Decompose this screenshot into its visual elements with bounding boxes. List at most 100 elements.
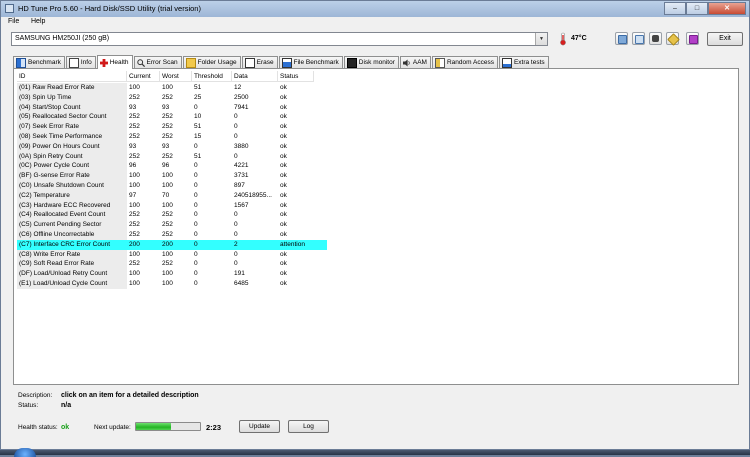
cell-id: (0C) Power Cycle Count xyxy=(17,161,127,172)
tab-benchmark[interactable]: Benchmark xyxy=(13,56,65,68)
column-header-id[interactable]: ID xyxy=(17,71,127,82)
cell-threshold: 15 xyxy=(194,132,202,140)
cell-data: 240518955... xyxy=(234,191,272,199)
cell-current: 252 xyxy=(129,230,140,238)
close-button[interactable]: ✕ xyxy=(708,2,746,15)
minimize-button[interactable]: – xyxy=(664,2,686,15)
cell-current: 252 xyxy=(129,132,140,140)
cell-status: ok xyxy=(280,142,287,150)
cell-data: 0 xyxy=(234,230,238,238)
column-header-status[interactable]: Status xyxy=(278,71,314,82)
cell-status: ok xyxy=(280,103,287,111)
tab-label: Benchmark xyxy=(28,59,61,66)
update-button[interactable]: Update xyxy=(239,420,280,433)
cell-worst: 100 xyxy=(162,201,173,209)
chevron-down-icon[interactable]: ▼ xyxy=(535,33,547,45)
copy-info-icon xyxy=(618,35,627,44)
cell-status: ok xyxy=(280,123,287,131)
start-button[interactable] xyxy=(14,448,36,457)
cell-current: 252 xyxy=(129,113,140,121)
cell-data: 0 xyxy=(234,152,238,160)
copy-info-button[interactable] xyxy=(615,32,628,45)
title-bar[interactable]: HD Tune Pro 5.60 - Hard Disk/SSD Utility… xyxy=(1,1,749,17)
cell-worst: 252 xyxy=(162,230,173,238)
drive-select[interactable]: SAMSUNG HM250JI (250 gB) ▼ xyxy=(11,32,548,46)
column-header-data[interactable]: Data xyxy=(232,71,278,82)
tab-error-scan[interactable]: Error Scan xyxy=(133,56,182,68)
tab-disk-monitor[interactable]: Disk monitor xyxy=(343,56,399,68)
health-panel: ID Current Worst Threshold Data Status (… xyxy=(13,68,739,385)
cell-current: 252 xyxy=(129,221,140,229)
cell-status: ok xyxy=(280,221,287,229)
cell-threshold: 0 xyxy=(194,201,198,209)
tab-info[interactable]: Info xyxy=(65,56,96,68)
tab-label: Random Access xyxy=(446,59,494,66)
tab-label: Disk monitor xyxy=(358,59,395,66)
column-header-worst[interactable]: Worst xyxy=(160,71,192,82)
tab-folder-usage[interactable]: Folder Usage xyxy=(182,56,241,68)
app-window: HD Tune Pro 5.60 - Hard Disk/SSD Utility… xyxy=(0,0,750,450)
options-button[interactable] xyxy=(666,32,680,46)
cell-id: (DF) Load/Unload Retry Count xyxy=(17,269,127,279)
menu-bar: File Help xyxy=(1,17,749,29)
cell-current: 252 xyxy=(129,211,140,219)
cell-current: 252 xyxy=(129,152,140,160)
speaker-icon xyxy=(402,59,410,66)
tab-aam[interactable]: AAM xyxy=(399,56,431,68)
cell-current: 252 xyxy=(129,123,140,131)
tab-file-benchmark[interactable]: File Benchmark xyxy=(278,56,343,68)
tab-extra-tests[interactable]: Extra tests xyxy=(498,56,549,68)
cell-id: (01) Raw Read Error Rate xyxy=(17,83,127,93)
column-header-threshold[interactable]: Threshold xyxy=(192,71,232,82)
cell-id: (07) Seek Error Rate xyxy=(17,122,127,132)
cell-threshold: 0 xyxy=(194,221,198,229)
description-value: click on an item for a detailed descript… xyxy=(61,392,199,399)
save-button[interactable] xyxy=(686,32,699,45)
exit-button[interactable]: Exit xyxy=(707,32,743,46)
cell-status: ok xyxy=(280,260,287,268)
menu-help[interactable]: Help xyxy=(31,18,45,25)
tab-erase[interactable]: Erase xyxy=(241,56,278,68)
cell-worst: 200 xyxy=(160,239,192,250)
cell-status: ok xyxy=(280,201,287,209)
cell-id: (E1) Load/Unload Cycle Count xyxy=(17,278,127,289)
cell-id: (C5) Current Pending Sector xyxy=(17,220,127,230)
cell-threshold: 0 xyxy=(194,191,198,199)
cell-threshold: 0 xyxy=(194,103,198,111)
column-header-current[interactable]: Current xyxy=(127,71,160,82)
cell-id: (C3) Hardware ECC Recovered xyxy=(17,200,127,211)
tab-random-access[interactable]: Random Access xyxy=(431,56,498,68)
cell-current: 100 xyxy=(129,279,140,287)
screenshot-button[interactable] xyxy=(649,32,662,45)
cell-data: 3731 xyxy=(234,172,249,180)
cell-id: (C2) Temperature xyxy=(17,190,127,201)
cell-worst: 252 xyxy=(162,93,173,101)
cell-current: 100 xyxy=(129,250,140,258)
folder-icon xyxy=(185,57,196,68)
cell-id: (05) Reallocated Sector Count xyxy=(17,112,127,123)
cell-threshold: 25 xyxy=(194,93,202,101)
maximize-button[interactable]: □ xyxy=(686,2,708,15)
health-status-value: ok xyxy=(61,424,70,431)
info-icon xyxy=(68,57,79,68)
log-button[interactable]: Log xyxy=(288,420,329,433)
cell-worst: 70 xyxy=(162,191,170,199)
cell-id: (C6) Offline Uncorrectable xyxy=(17,229,127,240)
cell-worst: 100 xyxy=(162,172,173,180)
menu-file[interactable]: File xyxy=(8,18,19,25)
taskbar xyxy=(0,448,750,457)
tab-label: Health xyxy=(109,59,129,66)
cell-current: 252 xyxy=(129,93,140,101)
cell-data: 0 xyxy=(234,250,238,258)
copy-text-button[interactable] xyxy=(632,32,645,45)
cell-worst: 252 xyxy=(162,132,173,140)
benchmark-icon xyxy=(16,57,26,68)
description-label: Description: xyxy=(18,392,53,399)
next-update-time: 2:23 xyxy=(206,423,222,432)
copy-text-icon xyxy=(635,35,644,44)
cell-status: ok xyxy=(280,132,287,140)
toolbar: SAMSUNG HM250JI (250 gB) ▼ 47°C Exit xyxy=(1,30,749,51)
cell-worst: 100 xyxy=(162,270,173,278)
tab-health[interactable]: Health xyxy=(96,55,133,69)
health-status-label: Health status: xyxy=(18,424,58,431)
